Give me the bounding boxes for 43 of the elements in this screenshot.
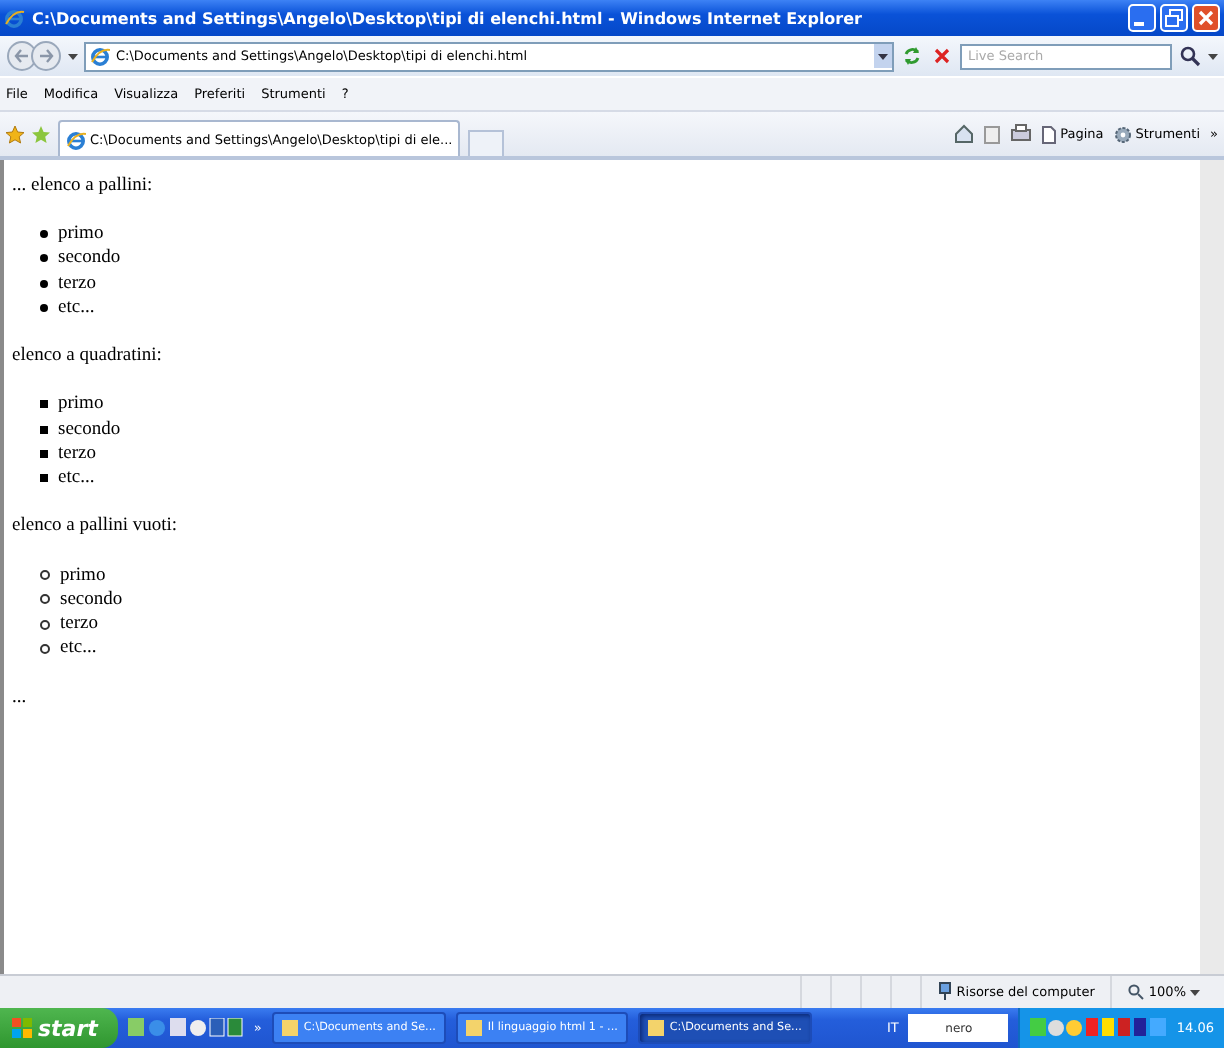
paragraph-text: ... elenco a pallini: — [12, 176, 155, 196]
dropdown-arrow-icon[interactable] — [68, 53, 78, 59]
list-item-text: primo — [58, 394, 104, 415]
close-button[interactable] — [1192, 4, 1220, 32]
quick-launch-icons-drawing[interactable] — [127, 1018, 244, 1038]
ie-page-icon — [90, 46, 110, 66]
computer-icon — [938, 982, 953, 1002]
list-item-text: terzo — [58, 443, 96, 464]
star-icon[interactable] — [6, 125, 24, 143]
list-item-text: etc... — [60, 638, 97, 659]
list-item-text: etc... — [58, 298, 95, 319]
window-title: C:\Documents and Settings\Angelo\Desktop\tipi di elenchi.html - Windows Internet Explorer — [32, 9, 864, 27]
paragraph-text: elenco a pallini vuoti: — [12, 516, 180, 537]
print-icon[interactable] — [1010, 124, 1033, 144]
dropdown-arrow-icon — [1190, 989, 1200, 995]
page-icon — [1042, 125, 1057, 143]
gear-icon — [1113, 125, 1132, 143]
list-item-text: terzo — [60, 614, 98, 635]
list-item-text: secondo — [58, 419, 121, 440]
restore-button[interactable] — [1160, 4, 1188, 32]
paragraph-text: elenco a quadratini: — [12, 346, 164, 367]
dropdown-button[interactable] — [874, 44, 892, 68]
list-item-text: terzo — [58, 273, 96, 294]
windows-flag-icon — [12, 1018, 32, 1038]
magnifier-icon — [1128, 984, 1145, 1000]
home-icon[interactable] — [954, 124, 975, 144]
stop-icon[interactable] — [930, 44, 954, 68]
minimize-button[interactable] — [1128, 4, 1156, 32]
ie-page-icon — [66, 129, 86, 149]
list-item-text: secondo — [58, 248, 121, 269]
list-item-text: secondo — [60, 589, 123, 610]
refresh-icon[interactable] — [900, 44, 924, 68]
tray-icons-drawing[interactable] — [1030, 1018, 1171, 1038]
paragraph-text: ... — [12, 687, 29, 708]
list-item-text: etc... — [58, 468, 95, 489]
ie-logo-icon — [4, 7, 26, 29]
window-icon — [465, 1020, 482, 1036]
dropdown-arrow-icon[interactable] — [1208, 53, 1218, 59]
list-item-text: primo — [58, 224, 104, 245]
search-icon[interactable] — [1178, 44, 1202, 68]
window-icon — [281, 1020, 298, 1036]
window-icon — [647, 1020, 664, 1036]
list-item-text: primo — [60, 565, 106, 586]
